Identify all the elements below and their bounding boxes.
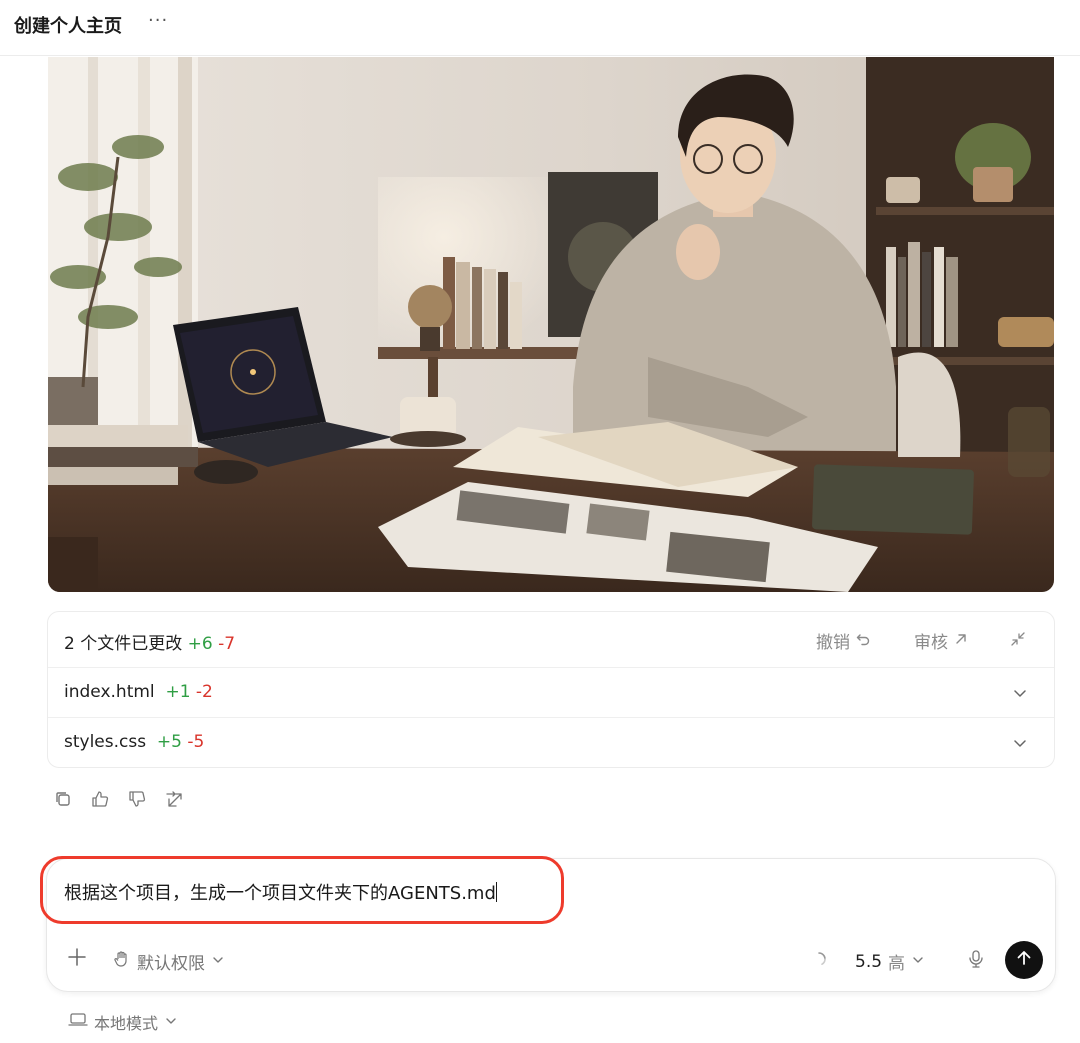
page-title: 创建个人主页 — [14, 16, 122, 37]
composer-toolbar: 默认权限 5.5 高 — [47, 939, 1055, 979]
total-removed: -7 — [218, 634, 236, 654]
file-name: index.html — [64, 682, 155, 702]
spinner-icon — [811, 951, 827, 967]
total-added: +6 — [187, 634, 213, 654]
mode-selector[interactable]: 本地模式 — [68, 1010, 178, 1034]
file-removed: -5 — [187, 732, 205, 752]
feedback-actions — [54, 790, 183, 808]
chevron-down-icon[interactable] — [1012, 685, 1028, 701]
undo-icon — [856, 631, 870, 651]
changed-files-card: 2 个文件已更改 +6 -7 撤销 审核 index.html +1 -2 st… — [47, 611, 1055, 768]
changed-files-count: 2 个文件已更改 — [64, 634, 183, 654]
collapse-icon[interactable] — [1010, 631, 1026, 651]
undo-label: 撤销 — [816, 633, 850, 653]
file-row-index-html[interactable]: index.html +1 -2 — [48, 668, 1054, 718]
review-button[interactable]: 审核 — [914, 628, 968, 653]
text-caret — [495, 882, 497, 902]
review-label: 审核 — [914, 633, 948, 653]
file-name: styles.css — [64, 732, 147, 752]
plus-icon[interactable] — [67, 945, 87, 973]
top-bar: 创建个人主页 ··· — [0, 0, 1080, 56]
changed-files-header: 2 个文件已更改 +6 -7 撤销 审核 — [48, 612, 1054, 668]
hand-icon — [113, 950, 131, 973]
permission-label: 默认权限 — [137, 954, 205, 974]
mode-label: 本地模式 — [94, 1014, 159, 1033]
chevron-down-icon — [211, 952, 225, 972]
send-button[interactable] — [1005, 941, 1043, 979]
model-version: 5.5 — [855, 951, 883, 972]
file-added: +5 — [156, 732, 182, 752]
message-input[interactable]: 根据这个项目，生成一个项目文件夹下的AGENTS.md — [64, 879, 497, 905]
arrow-up-icon — [1015, 949, 1033, 971]
file-removed: -2 — [195, 682, 213, 702]
chevron-down-icon — [164, 1013, 178, 1032]
message-composer: 根据这个项目，生成一个项目文件夹下的AGENTS.md 默认权限 5.5 高 — [46, 858, 1056, 992]
file-added: +1 — [165, 682, 191, 702]
chevron-down-icon[interactable] — [1012, 735, 1028, 751]
thumbs-down-icon[interactable] — [128, 790, 146, 808]
thumbs-up-icon[interactable] — [91, 790, 109, 808]
laptop-icon — [68, 1012, 88, 1032]
copy-icon[interactable] — [54, 790, 72, 808]
external-arrow-icon — [954, 631, 968, 651]
mic-icon[interactable] — [967, 949, 985, 969]
model-effort: 高 — [888, 954, 906, 974]
changed-files-summary: 2 个文件已更改 +6 -7 — [64, 629, 235, 654]
file-row-styles-css[interactable]: styles.css +5 -5 — [48, 718, 1054, 768]
more-options-button[interactable]: ··· — [148, 10, 168, 31]
generated-image — [48, 57, 1054, 592]
permission-selector[interactable]: 默认权限 — [113, 949, 225, 974]
chevron-down-icon — [911, 952, 925, 972]
share-icon[interactable] — [165, 790, 183, 808]
message-input-text: 根据这个项目，生成一个项目文件夹下的AGENTS.md — [64, 883, 496, 904]
undo-button[interactable]: 撤销 — [816, 628, 870, 653]
model-selector[interactable]: 5.5 高 — [855, 949, 925, 974]
